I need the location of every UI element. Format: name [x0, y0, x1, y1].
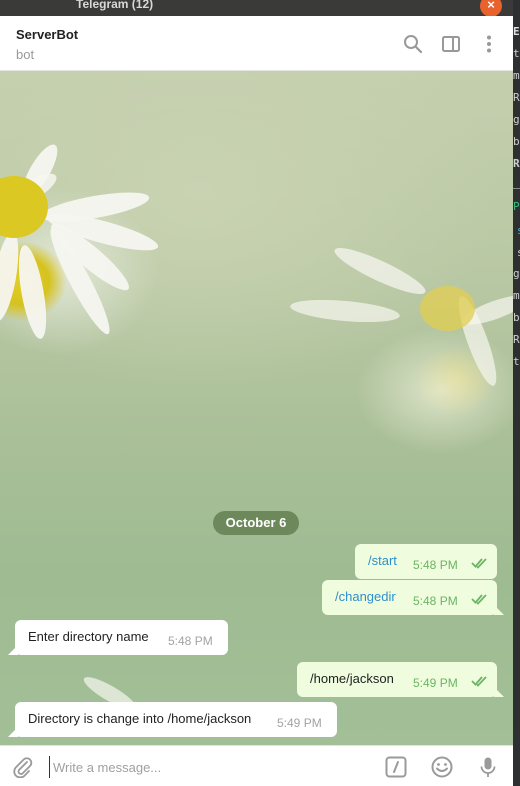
incoming-message[interactable]: Enter directory name 5:48 PM [15, 620, 228, 655]
strip-text: be [513, 135, 520, 148]
strip-text: RI [513, 333, 520, 346]
incoming-message[interactable]: Directory is change into /home/jackson 5… [15, 702, 337, 737]
message-text[interactable]: /start [368, 553, 397, 569]
close-window-button[interactable]: × [480, 0, 502, 17]
bubble-tail [494, 605, 504, 615]
bubble-tail [8, 645, 18, 655]
strip-text: RE [513, 157, 520, 170]
background-window-strip: ED to m RI g be RE Pi s s g m be RI to [513, 0, 520, 786]
emoji-icon[interactable] [431, 756, 453, 778]
message-time: 5:48 PM [413, 558, 458, 572]
date-divider: October 6 [213, 511, 299, 535]
bubble-tail [8, 727, 18, 737]
more-vertical-icon[interactable] [479, 34, 499, 54]
attach-icon[interactable] [11, 756, 33, 779]
strip-text: g [513, 267, 520, 280]
message-time: 5:48 PM [413, 594, 458, 608]
strip-text: g [513, 113, 520, 126]
chat-header: ServerBot bot [0, 16, 513, 71]
message-input[interactable] [49, 756, 369, 778]
strip-text: be [513, 311, 520, 324]
strip-text: m [513, 289, 520, 302]
message-composer [0, 745, 513, 786]
sidebar-toggle-icon[interactable] [441, 34, 461, 54]
window-title: Telegram (12) [76, 0, 154, 11]
chat-history[interactable]: October 6 /start 5:48 PM /changedir 5:48… [0, 71, 513, 745]
window-titlebar: Telegram (12) × [0, 0, 513, 17]
strip-text: m [513, 69, 520, 82]
microphone-icon[interactable] [477, 756, 499, 778]
message-text[interactable]: /changedir [335, 589, 396, 605]
strip-text: to [513, 355, 520, 368]
chat-status: bot [16, 47, 35, 62]
strip-text: to [513, 47, 520, 60]
outgoing-message[interactable]: /changedir 5:48 PM [322, 580, 497, 615]
outgoing-message[interactable]: /home/jackson 5:49 PM [297, 662, 497, 697]
strip-text: RI [513, 91, 520, 104]
bubble-tail [494, 687, 504, 697]
read-ticks-icon [471, 675, 489, 687]
message-text[interactable]: /home/jackson [310, 671, 394, 687]
message-text[interactable]: Enter directory name [28, 629, 149, 645]
strip-text: Pi [513, 200, 520, 213]
message-text[interactable]: Directory is change into /home/jackson [28, 711, 251, 727]
read-ticks-icon [471, 557, 489, 569]
chat-name[interactable]: ServerBot [16, 27, 78, 42]
read-ticks-icon [471, 593, 489, 605]
message-time: 5:49 PM [413, 676, 458, 690]
search-icon[interactable] [403, 34, 423, 54]
message-time: 5:48 PM [168, 634, 213, 648]
message-time: 5:49 PM [277, 716, 322, 730]
bot-commands-icon[interactable] [385, 756, 407, 778]
outgoing-message[interactable]: /start 5:48 PM [355, 544, 497, 579]
strip-text: ED [513, 25, 520, 38]
